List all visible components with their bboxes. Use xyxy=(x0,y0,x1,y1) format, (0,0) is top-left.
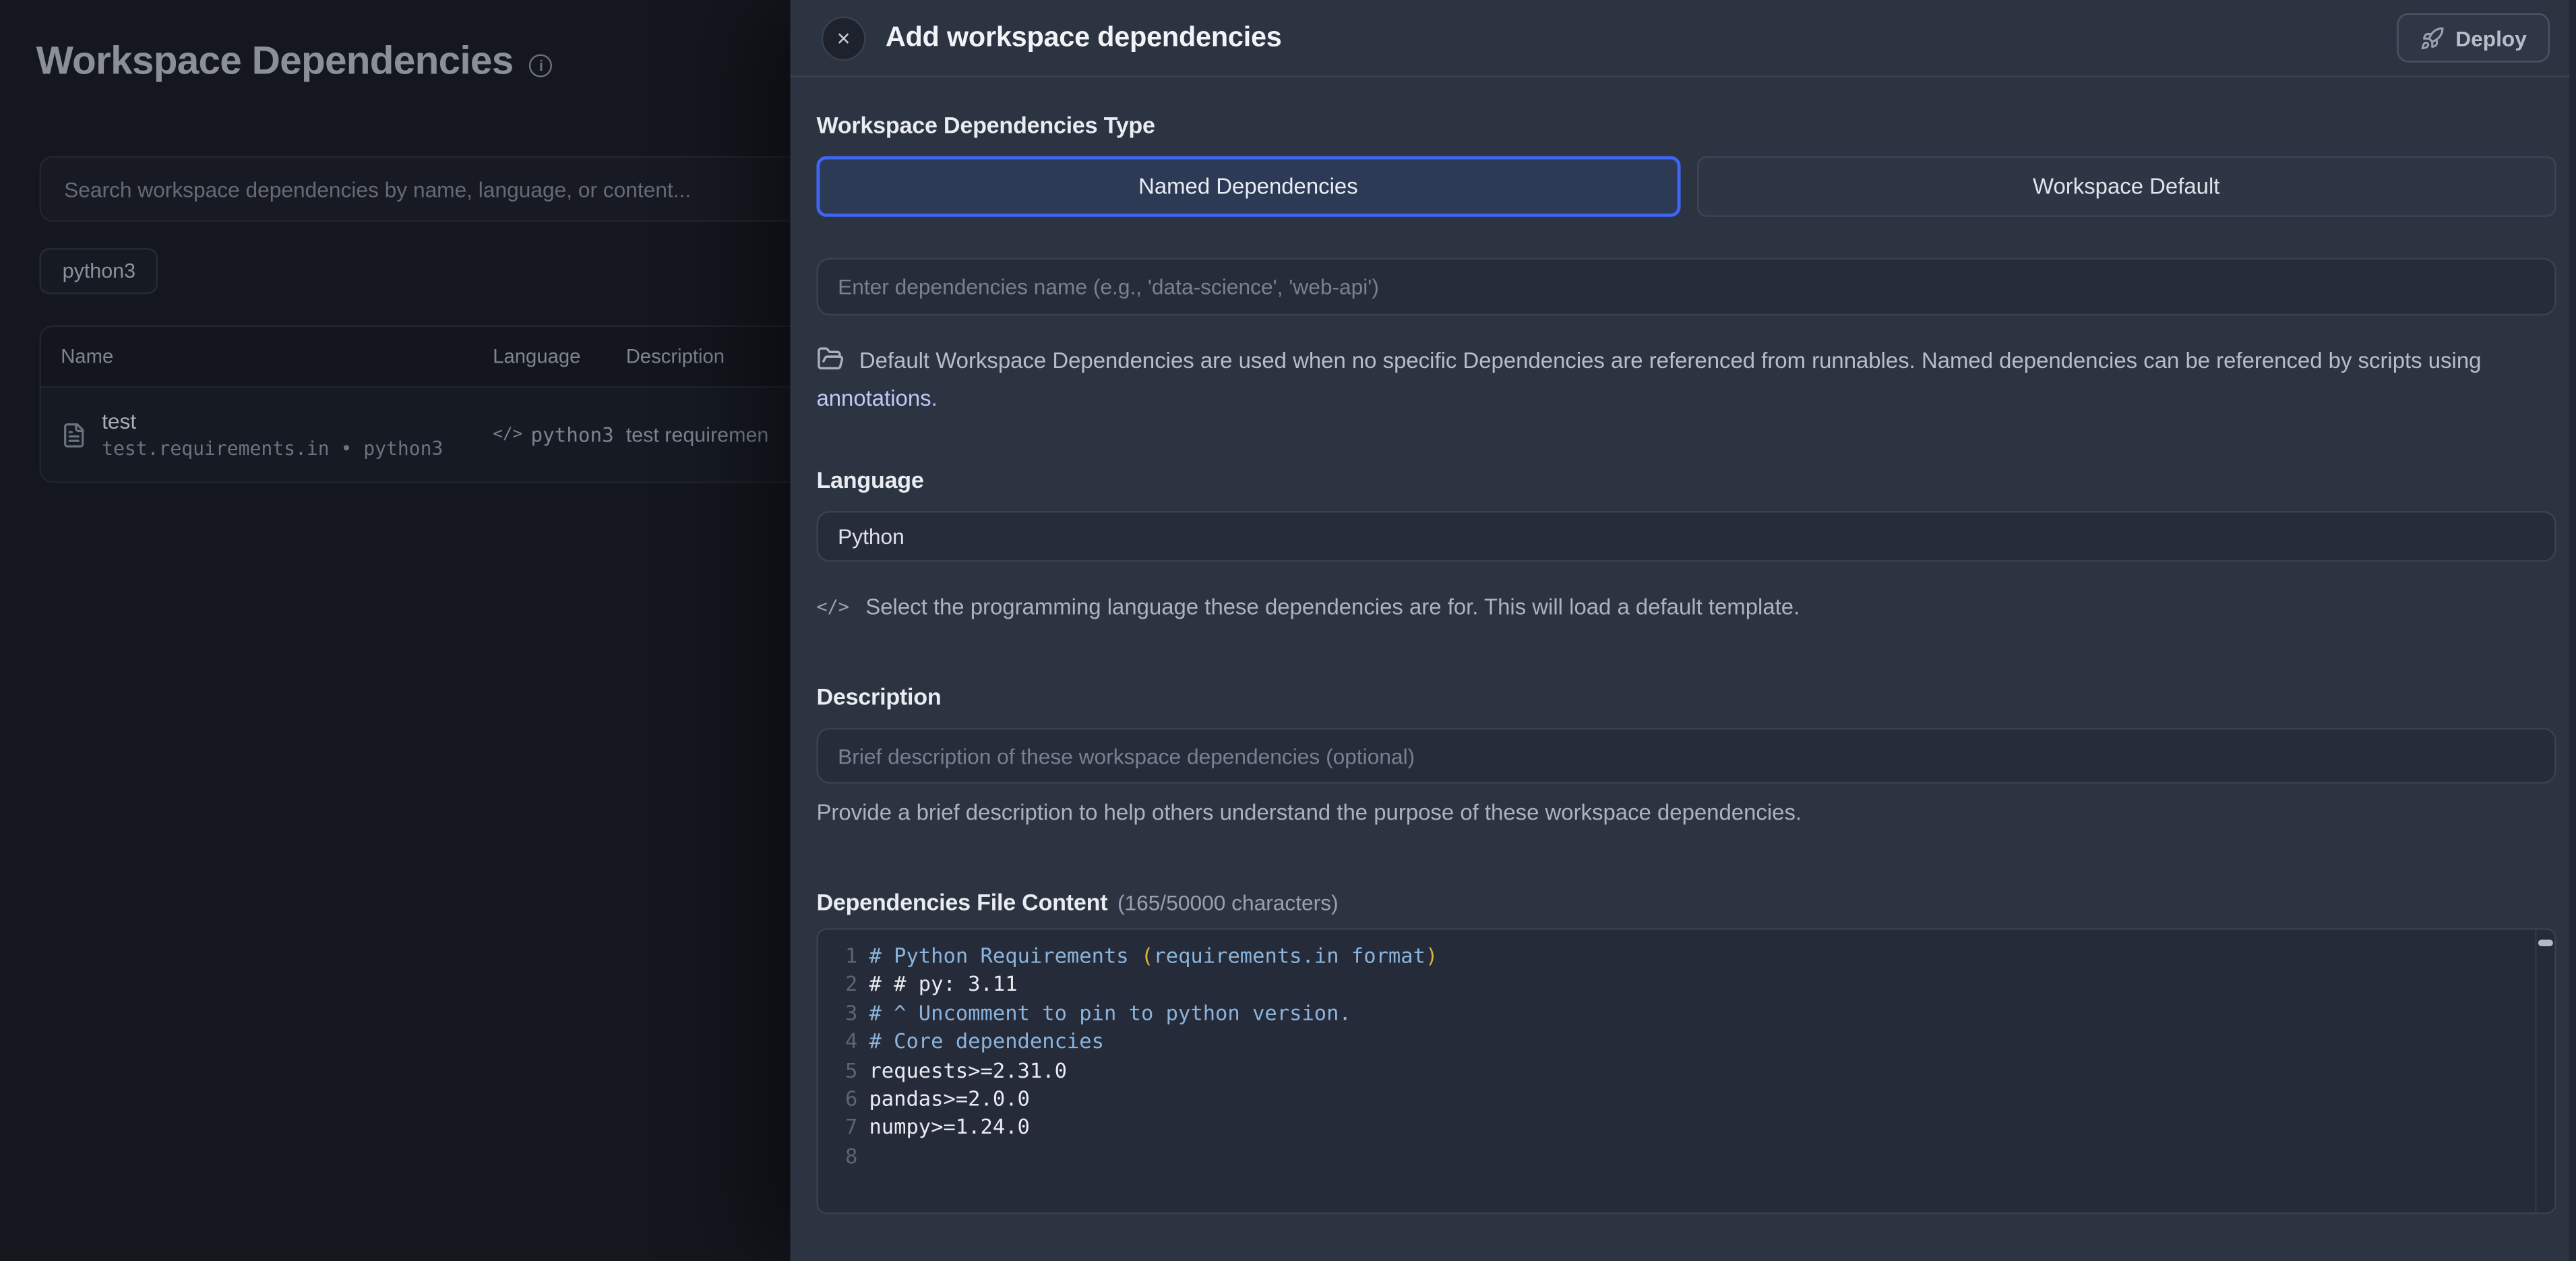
annotations-link[interactable]: annotations xyxy=(816,386,931,411)
file-content-label-row: Dependencies File Content (165/50000 cha… xyxy=(816,889,1338,915)
code-line: 6pandas>=2.0.0 xyxy=(818,1084,2554,1113)
modal-body: Workspace Dependencies Type Named Depend… xyxy=(816,78,2556,1261)
type-section-label: Workspace Dependencies Type xyxy=(816,112,1155,138)
info-icon[interactable]: i xyxy=(530,53,553,76)
modal-scrollbar-track[interactable] xyxy=(2569,0,2576,1261)
language-helper: </> Select the programming language thes… xyxy=(816,594,2556,619)
search-placeholder: Search workspace dependencies by name, l… xyxy=(64,177,691,202)
screen: Workspace Dependencies i Search workspac… xyxy=(0,0,2576,1261)
type-option-workspace-default[interactable]: Workspace Default xyxy=(1696,156,2556,217)
modal-header: × Add workspace dependencies Deploy xyxy=(790,0,2569,78)
code-line: 3# ^ Uncomment to pin to python version. xyxy=(818,999,2554,1027)
type-toggle-group: Named Dependencies Workspace Default xyxy=(816,156,2556,217)
language-section-label: Language xyxy=(816,466,923,493)
close-button[interactable]: × xyxy=(822,16,866,60)
code-line: 7numpy>=1.24.0 xyxy=(818,1113,2554,1141)
file-text-icon xyxy=(61,420,87,450)
char-count: (165/50000 characters) xyxy=(1117,890,1339,915)
dependency-meta: test.requirements.in • python3 xyxy=(102,437,443,460)
editor-scrollbar-thumb[interactable] xyxy=(2538,940,2552,946)
description-input[interactable]: Brief description of these workspace dep… xyxy=(816,728,2556,784)
deploy-button[interactable]: Deploy xyxy=(2396,13,2550,63)
code-line: 8 xyxy=(818,1142,2554,1170)
editor-scrollbar-track[interactable] xyxy=(2535,930,2536,1212)
code-line: 2# # py: 3.11 xyxy=(818,970,2554,998)
rocket-icon xyxy=(2420,26,2445,51)
language-select[interactable]: Python xyxy=(816,511,2556,562)
code-icon: </> xyxy=(816,596,849,618)
default-dependencies-info: Default Workspace Dependencies are used … xyxy=(816,345,2556,416)
page-title-row: Workspace Dependencies i xyxy=(36,40,553,86)
code-line: 4# Core dependencies xyxy=(818,1027,2554,1055)
add-workspace-dependencies-modal: × Add workspace dependencies Deploy Work… xyxy=(790,0,2576,1261)
code-lines: 1# Python Requirements (requirements.in … xyxy=(818,930,2554,1170)
close-icon: × xyxy=(837,25,851,51)
description-section-label: Description xyxy=(816,683,941,710)
code-line: 5requests>=2.31.0 xyxy=(818,1055,2554,1084)
code-icon: </> xyxy=(493,425,522,443)
column-header-name: Name xyxy=(41,345,493,368)
code-line: 1# Python Requirements (requirements.in … xyxy=(818,942,2554,970)
filter-chip-python3[interactable]: python3 xyxy=(40,248,159,294)
description-helper: Provide a brief description to help othe… xyxy=(816,800,2556,825)
type-option-named-dependencies[interactable]: Named Dependencies xyxy=(816,156,1680,217)
dependencies-name-input[interactable]: Enter dependencies name (e.g., 'data-sci… xyxy=(816,258,2556,315)
column-header-language: Language xyxy=(493,345,625,368)
folder-open-icon xyxy=(816,345,844,383)
cell-language: </> python3 xyxy=(493,423,625,446)
cell-name: test test.requirements.in • python3 xyxy=(41,409,493,460)
modal-title: Add workspace dependencies xyxy=(886,22,1282,55)
page-title: Workspace Dependencies xyxy=(36,40,514,86)
deploy-label: Deploy xyxy=(2455,26,2527,51)
dependency-name: test xyxy=(102,409,443,434)
dependencies-file-editor[interactable]: 1# Python Requirements (requirements.in … xyxy=(816,928,2556,1214)
file-content-label: Dependencies File Content xyxy=(816,889,1107,915)
